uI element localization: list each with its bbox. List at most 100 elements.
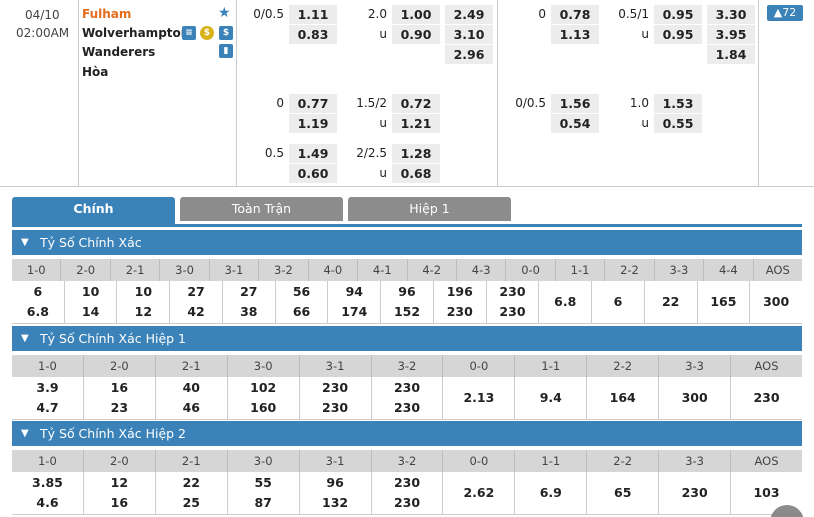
odds-value[interactable]: 0.77 (289, 94, 337, 113)
odds-cell[interactable]: 300 (659, 377, 732, 419)
odds-value[interactable]: 1.49 (289, 144, 337, 163)
odds-value[interactable]: 1.19 (289, 114, 337, 133)
odds-cell[interactable]: 196 230 (434, 281, 487, 323)
score-header: 3-1 (210, 259, 260, 281)
odds-value: 230 (393, 380, 421, 395)
odds-cell[interactable]: 2.13 (443, 377, 516, 419)
score-header: 2-1 (156, 450, 228, 472)
score-header: 3-2 (259, 259, 309, 281)
odds-cell[interactable]: 300 (750, 281, 802, 323)
odds-value[interactable]: 2.96 (445, 45, 493, 64)
odds-value: 230 (393, 475, 421, 490)
coin-icon[interactable]: $ (200, 26, 214, 40)
odds-cell[interactable]: 22 25 (156, 472, 228, 514)
odds-value[interactable]: 0.55 (654, 114, 702, 133)
odds-value: 56 (292, 284, 311, 299)
odds-value[interactable]: 0.68 (392, 164, 440, 183)
odds-cell[interactable]: 96 152 (381, 281, 434, 323)
tab-toan-tran[interactable]: Toàn Trận (180, 197, 343, 221)
tab-bar: Chính Toàn Trận Hiệp 1 (12, 197, 802, 227)
odds-cell[interactable]: 6 (592, 281, 645, 323)
odds-cell[interactable]: 10 14 (65, 281, 118, 323)
odds-value[interactable]: 2.49 (445, 5, 493, 24)
odds-cell[interactable]: 27 38 (223, 281, 276, 323)
odds-cell[interactable]: 230 230 (372, 472, 444, 514)
odds-cell[interactable]: 10 12 (117, 281, 171, 323)
stats-icon[interactable]: ≡ (182, 26, 196, 40)
odds-value: 230 (322, 400, 349, 415)
dollar-icon[interactable]: $ (219, 26, 233, 40)
favorite-star-icon[interactable]: ★ (218, 5, 231, 21)
odds-cell[interactable]: 12 16 (84, 472, 156, 514)
odds-cell[interactable]: 230 230 (487, 281, 540, 323)
odds-value: 164 (609, 390, 636, 405)
score-header: 1-0 (12, 259, 62, 281)
odds-cell[interactable]: 230 230 (372, 377, 444, 419)
odds-value[interactable]: 1.13 (551, 25, 599, 44)
tab-hiep-1[interactable]: Hiệp 1 (348, 197, 511, 221)
odds-cell[interactable]: 65 (587, 472, 660, 514)
odds-value[interactable]: 0.95 (654, 5, 702, 24)
away-team-line1[interactable]: Wolverhampton (82, 26, 189, 40)
odds-value[interactable]: 1.00 (392, 5, 440, 24)
odds-value[interactable]: 3.10 (445, 25, 493, 44)
over-under-line: 1.0 (629, 96, 649, 110)
odds-value: 3.85 (32, 475, 63, 490)
odds-value[interactable]: 3.30 (707, 5, 755, 24)
odds-value[interactable]: 1.28 (392, 144, 440, 163)
odds-cell[interactable]: 96 132 (300, 472, 372, 514)
section-header-exact-score-half2[interactable]: ▼ Tỷ Số Chính Xác Hiệp 2 (12, 421, 802, 446)
odds-cell[interactable]: 230 (731, 377, 802, 419)
odds-value[interactable]: 0.83 (289, 25, 337, 44)
odds-value[interactable]: 1.56 (551, 94, 599, 113)
odds-value[interactable]: 0.78 (551, 5, 599, 24)
odds-value: 102 (250, 380, 277, 395)
odds-cell[interactable]: 230 230 (300, 377, 372, 419)
odds-cell[interactable]: 6.8 (539, 281, 593, 323)
odds-cell[interactable]: 16 23 (84, 377, 156, 419)
odds-value: 6.8 (554, 294, 577, 309)
section-header-exact-score[interactable]: ▼ Tỷ Số Chính Xác (12, 230, 802, 255)
odds-value[interactable]: 1.21 (392, 114, 440, 133)
score-header: 0-0 (506, 259, 556, 281)
odds-value: 230 (499, 284, 526, 299)
odds-cell[interactable]: 230 (659, 472, 732, 514)
odds-cell[interactable]: 3.85 4.6 (12, 472, 84, 514)
tab-chinh[interactable]: Chính (12, 197, 175, 224)
odds-value: 160 (250, 400, 277, 415)
section-header-exact-score-half1[interactable]: ▼ Tỷ Số Chính Xác Hiệp 1 (12, 326, 802, 351)
home-team[interactable]: Fulham (82, 7, 131, 21)
odds-value: 2.62 (463, 485, 495, 500)
odds-value[interactable]: 0.60 (289, 164, 337, 183)
odds-value[interactable]: 1.84 (707, 45, 755, 64)
match-odds-panel: 04/10 02:00AM Fulham ★ Wolverhampton Wan… (0, 0, 814, 187)
odds-cell[interactable]: 22 (645, 281, 698, 323)
odds-cell[interactable]: 94 174 (328, 281, 382, 323)
more-odds-badge[interactable]: ▲72 (767, 5, 803, 21)
odds-value[interactable]: 0.90 (392, 25, 440, 44)
odds-value: 6 (613, 294, 623, 309)
odds-cell[interactable]: 40 46 (156, 377, 228, 419)
odds-value[interactable]: 1.53 (654, 94, 702, 113)
odds-cell[interactable]: 55 87 (228, 472, 300, 514)
odds-value: 230 (446, 304, 473, 319)
chart-icon[interactable]: ▮ (219, 44, 233, 58)
odds-value[interactable]: 0.54 (551, 114, 599, 133)
odds-cell[interactable]: 2.62 (443, 472, 516, 514)
odds-value: 4.7 (36, 400, 59, 415)
odds-value[interactable]: 0.72 (392, 94, 440, 113)
odds-cell[interactable]: 164 (587, 377, 660, 419)
odds-cell[interactable]: 165 (698, 281, 751, 323)
odds-value[interactable]: 1.11 (289, 5, 337, 24)
odds-cell[interactable]: 56 66 (276, 281, 329, 323)
odds-cell[interactable]: 6.9 (515, 472, 588, 514)
odds-cell[interactable]: 3.9 4.7 (12, 377, 84, 419)
odds-value: 96 (398, 284, 416, 299)
odds-value[interactable]: 0.95 (654, 25, 702, 44)
away-team-line2[interactable]: Wanderers (82, 45, 155, 59)
odds-value[interactable]: 3.95 (707, 25, 755, 44)
odds-cell[interactable]: 102 160 (228, 377, 300, 419)
odds-cell[interactable]: 27 42 (170, 281, 223, 323)
odds-cell[interactable]: 9.4 (515, 377, 588, 419)
odds-cell[interactable]: 6 6.8 (12, 281, 65, 323)
